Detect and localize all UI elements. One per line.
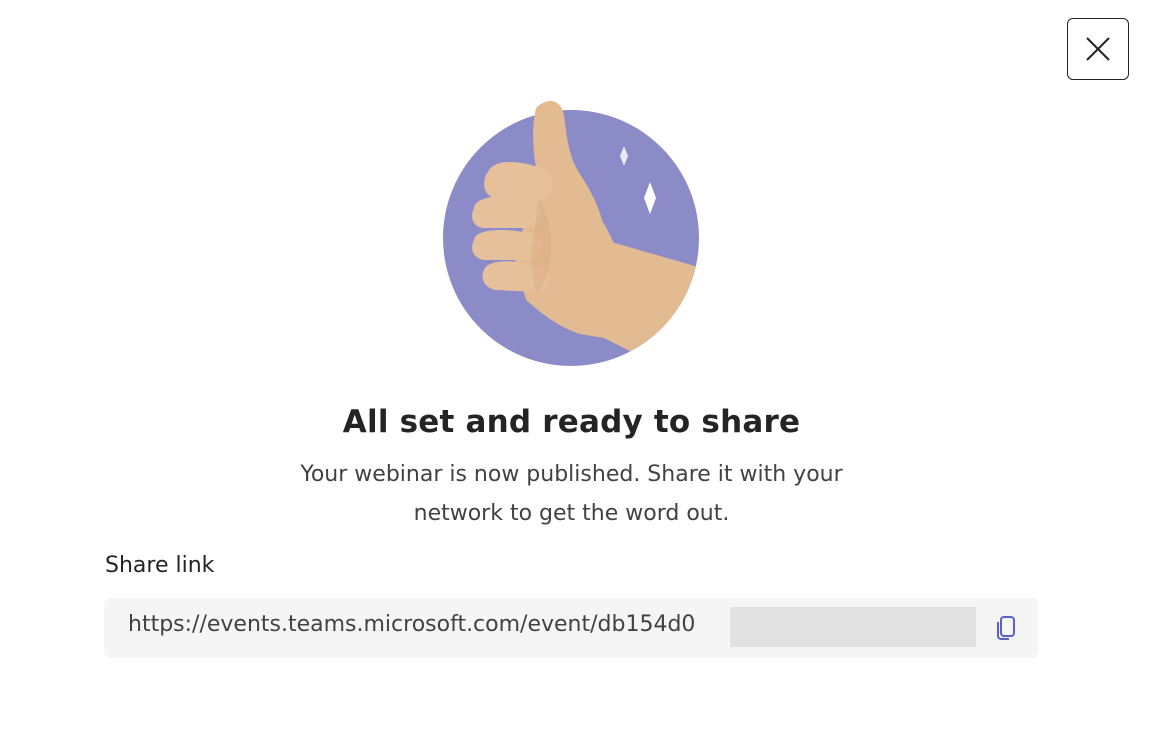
copy-link-button[interactable] — [991, 613, 1021, 643]
share-link-url[interactable]: https://events.teams.microsoft.com/event… — [128, 612, 732, 637]
close-icon — [1086, 37, 1110, 61]
copy-icon — [997, 616, 1015, 640]
thumbs-up-illustration — [443, 101, 699, 366]
subtitle-line: network to get the word out. — [413, 501, 730, 526]
share-link-field[interactable]: https://events.teams.microsoft.com/event… — [104, 598, 1038, 658]
subtitle-line: Your webinar is now published. Share it … — [300, 462, 843, 487]
redacted-area — [730, 607, 976, 647]
share-dialog: All set and ready to share Your webinar … — [0, 0, 1150, 732]
share-link-label: Share link — [105, 553, 215, 578]
dialog-title: All set and ready to share — [342, 404, 801, 440]
dialog-subtitle: Your webinar is now published. Share it … — [0, 455, 1143, 533]
close-button[interactable] — [1067, 18, 1129, 80]
